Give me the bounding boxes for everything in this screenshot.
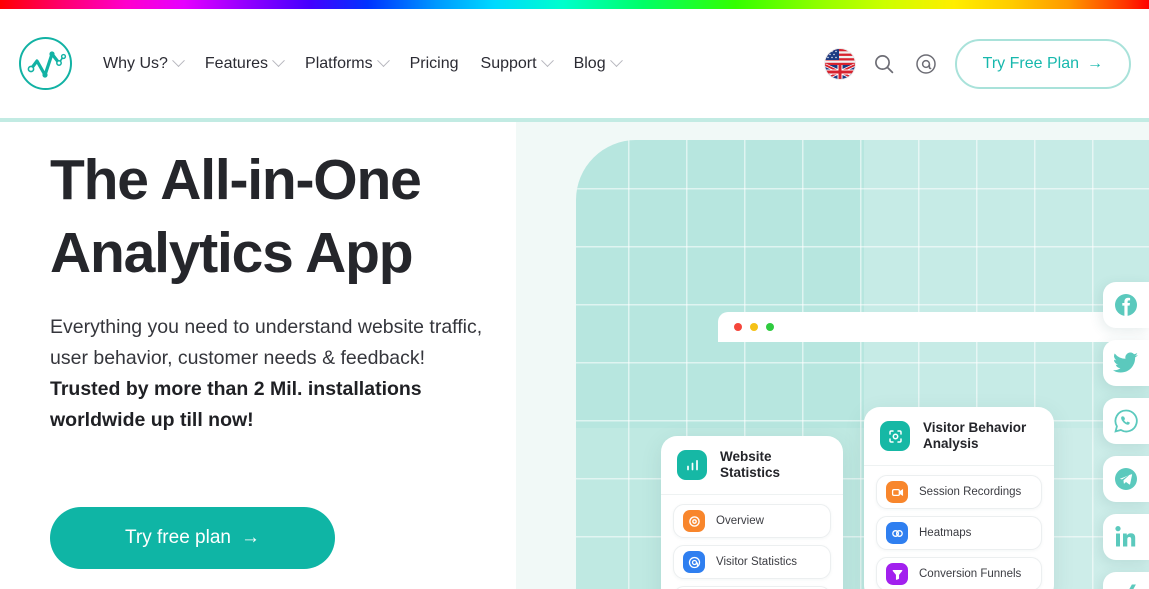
list-item[interactable]: Visitor Statistics <box>673 545 831 579</box>
nav-item-why-us[interactable]: Why Us? <box>93 47 193 81</box>
list-item[interactable]: Overview <box>673 504 831 538</box>
chevron-down-icon <box>540 54 554 68</box>
nav-item-platforms[interactable]: Platforms <box>295 47 398 81</box>
video-icon <box>886 481 908 503</box>
try-free-plan-button[interactable]: Try free plan → <box>50 507 335 569</box>
at-circle-icon <box>683 551 705 573</box>
page-title: The All-in-One Analytics App <box>50 144 520 290</box>
list-item-label: Overview <box>716 515 764 527</box>
hero-section: Website Statistics Overview Visitor Stat… <box>0 122 1149 589</box>
close-dot <box>734 323 742 331</box>
nav-label: Pricing <box>409 54 459 72</box>
list-item[interactable]: Conversion Funnels <box>876 557 1042 589</box>
card-visitor-behavior-analysis[interactable]: Visitor Behavior Analysis Session Record… <box>864 407 1054 589</box>
browser-window-mockup <box>718 312 1149 342</box>
linkedin-icon[interactable] <box>1103 514 1149 560</box>
nav-label: Blog <box>573 54 606 72</box>
card-header: Website Statistics <box>661 436 843 494</box>
hero-title-line-2: Analytics App <box>50 221 414 285</box>
search-icon[interactable] <box>871 51 897 77</box>
card-website-statistics[interactable]: Website Statistics Overview Visitor Stat… <box>661 436 843 589</box>
card-header: Visitor Behavior Analysis <box>864 407 1054 465</box>
card-rows: Overview Visitor Statistics Pages Perfor… <box>661 494 843 589</box>
main-navigation: Why Us? Features Platforms Pricing Suppo… <box>93 47 631 81</box>
nav-label: Platforms <box>305 54 373 72</box>
card-title: Visitor Behavior Analysis <box>923 420 1027 451</box>
nav-item-pricing[interactable]: Pricing <box>400 47 469 81</box>
hero-subtitle-bold-2: worldwide up till now! <box>50 409 254 431</box>
funnel-icon <box>886 563 908 585</box>
whatsapp-icon[interactable] <box>1103 398 1149 444</box>
twitter-icon[interactable] <box>1103 340 1149 386</box>
telegram-icon[interactable] <box>1103 456 1149 502</box>
chevron-down-icon <box>376 54 390 68</box>
page-root: Why Us? Features Platforms Pricing Suppo… <box>0 0 1149 589</box>
account-icon[interactable] <box>913 51 939 77</box>
social-share-rail <box>1103 282 1149 589</box>
us-uk-flag-icon[interactable] <box>824 48 855 79</box>
nav-item-support[interactable]: Support <box>471 47 562 81</box>
target-icon <box>683 510 705 532</box>
arrow-right-icon: → <box>240 527 260 548</box>
nav-label: Why Us? <box>103 54 168 72</box>
card-title: Website Statistics <box>720 449 781 480</box>
try-free-plan-header-button[interactable]: Try Free Plan → <box>954 38 1131 89</box>
nav-item-features[interactable]: Features <box>195 47 293 81</box>
hero-title-line-1: The All-in-One <box>50 148 422 212</box>
goggles-icon <box>886 522 908 544</box>
hero-subtitle-line-2: user behavior, customer needs & feedback… <box>50 347 426 369</box>
hero-subtitle-line-1: Everything you need to understand websit… <box>50 316 483 338</box>
maximize-dot <box>766 323 774 331</box>
hero-subtitle: Everything you need to understand websit… <box>50 312 580 436</box>
cta-label: Try Free Plan <box>982 54 1079 72</box>
list-item-label: Visitor Statistics <box>716 556 797 568</box>
list-item[interactable]: Heatmaps <box>876 516 1042 550</box>
arrow-right-icon: → <box>1087 54 1103 72</box>
hero-content: The All-in-One Analytics App Everything … <box>50 144 520 569</box>
nav-label: Support <box>480 54 537 72</box>
minimize-dot <box>750 323 758 331</box>
chevron-down-icon <box>172 54 185 68</box>
scan-focus-icon <box>880 421 910 451</box>
list-item-label: Conversion Funnels <box>919 568 1022 580</box>
nav-item-blog[interactable]: Blog <box>564 47 631 81</box>
list-item-label: Session Recordings <box>919 486 1022 498</box>
list-item[interactable]: Session Recordings <box>876 475 1042 509</box>
hero-subtitle-bold-1: Trusted by more than 2 Mil. installation… <box>50 378 422 400</box>
analytics-logo[interactable] <box>18 36 73 91</box>
chevron-down-icon <box>272 54 285 68</box>
cta-label: Try free plan <box>125 527 231 548</box>
xing-icon[interactable] <box>1103 572 1149 589</box>
rainbow-gradient-bar <box>0 0 1149 9</box>
bar-chart-icon <box>677 450 707 480</box>
card-rows: Session Recordings Heatmaps Conversion F… <box>864 465 1054 589</box>
chevron-down-icon <box>609 54 623 68</box>
list-item-label: Heatmaps <box>919 527 972 539</box>
facebook-icon[interactable] <box>1103 282 1149 328</box>
header-actions: Try Free Plan → <box>824 38 1131 89</box>
site-header: Why Us? Features Platforms Pricing Suppo… <box>0 9 1149 118</box>
nav-label: Features <box>204 54 269 72</box>
